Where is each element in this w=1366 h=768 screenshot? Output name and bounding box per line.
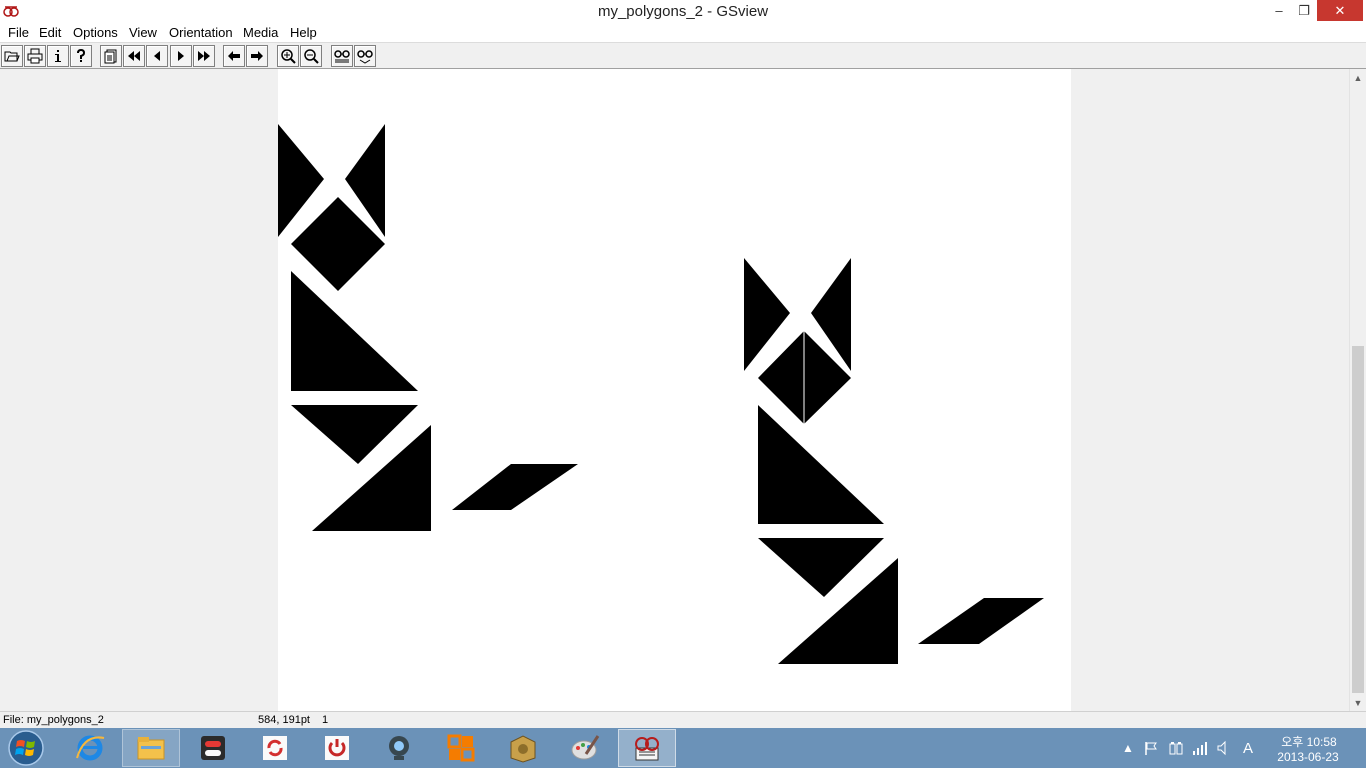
taskbar-app-power[interactable] (308, 729, 366, 767)
taskbar-file-explorer[interactable] (122, 729, 180, 767)
menu-orientation[interactable]: Orientation (169, 25, 233, 40)
battery-icon[interactable] (1168, 740, 1184, 756)
zoom-in-icon (281, 49, 296, 64)
search-button[interactable] (331, 45, 353, 67)
back-icon (228, 51, 240, 61)
menu-view[interactable]: View (129, 25, 157, 40)
clock-date[interactable]: 2013-06-23 (1270, 750, 1346, 764)
taskbar-app-archive[interactable] (494, 729, 552, 767)
tangram-right-parallelogram (918, 598, 1044, 644)
menu-media[interactable]: Media (243, 25, 278, 40)
status-file: File: my_polygons_2 (3, 714, 104, 726)
title-bar: my_polygons_2 - GSview – ❐ ✕ (0, 0, 1366, 23)
next-page-button[interactable] (170, 45, 192, 67)
menu-bar: File Edit Options View Orientation Media… (0, 23, 1366, 43)
tangram-figure-left (278, 124, 578, 531)
tangram-right-large-triangle (758, 405, 884, 524)
last-page-button[interactable] (193, 45, 215, 67)
taskbar: ▲ A 오후 10:58 2013-06-23 (0, 728, 1366, 768)
taskbar-app-toggle[interactable] (184, 729, 242, 767)
scroll-down-arrow-icon[interactable]: ▼ (1350, 694, 1366, 711)
tangram-drawing (278, 124, 1044, 664)
office-icon (447, 734, 475, 762)
first-page-icon (128, 51, 140, 61)
status-coords: 584, 191pt (258, 714, 310, 726)
back-button[interactable] (223, 45, 245, 67)
next-page-icon (178, 51, 184, 61)
taskbar-internet-explorer[interactable] (61, 729, 119, 767)
menu-help[interactable]: Help (290, 25, 317, 40)
tangram-left-large-triangle (291, 271, 418, 391)
menu-options[interactable]: Options (73, 25, 118, 40)
archive-icon (510, 735, 536, 763)
maximize-button[interactable]: ❐ (1287, 0, 1321, 21)
search-next-icon (357, 50, 373, 64)
prev-page-icon (154, 51, 160, 61)
show-hidden-icons-icon[interactable]: ▲ (1120, 740, 1136, 756)
search-next-button[interactable] (354, 45, 376, 67)
help-icon (77, 48, 86, 62)
network-signal-icon[interactable] (1192, 740, 1208, 756)
action-center-flag-icon[interactable] (1143, 740, 1159, 756)
paint-palette-icon (571, 735, 600, 760)
document-page (278, 69, 1071, 711)
webcam-icon (389, 736, 409, 760)
last-page-icon (198, 51, 210, 61)
toolbar (0, 43, 1366, 69)
info-button[interactable] (47, 45, 69, 67)
menu-file[interactable]: File (8, 25, 29, 40)
internet-explorer-icon (76, 735, 105, 761)
ime-indicator[interactable]: A (1240, 740, 1256, 757)
gsview-icon (635, 737, 659, 761)
taskbar-app-paint[interactable] (556, 729, 614, 767)
taskbar-app-gsview[interactable] (618, 729, 676, 767)
status-page: 1 (322, 714, 329, 726)
volume-icon[interactable] (1216, 740, 1232, 756)
toggle-app-icon (201, 736, 225, 760)
close-button[interactable]: ✕ (1317, 0, 1363, 21)
help-button[interactable] (70, 45, 92, 67)
print-button[interactable] (24, 45, 46, 67)
menu-edit[interactable]: Edit (39, 25, 61, 40)
goto-page-icon (104, 49, 117, 64)
scroll-up-arrow-icon[interactable]: ▲ (1350, 69, 1366, 86)
windows-orb-icon (8, 730, 44, 766)
zoom-in-button[interactable] (277, 45, 299, 67)
forward-button[interactable] (246, 45, 268, 67)
zoom-out-button[interactable] (300, 45, 322, 67)
goto-page-button[interactable] (100, 45, 122, 67)
taskbar-app-office[interactable] (432, 729, 490, 767)
taskbar-app-webcam[interactable] (370, 729, 428, 767)
vertical-scrollbar[interactable]: ▲ ▼ (1349, 69, 1366, 711)
power-icon (325, 736, 349, 760)
status-bar: File: my_polygons_2 584, 191pt 1 (0, 711, 1366, 728)
scroll-thumb[interactable] (1352, 346, 1364, 693)
tangram-figure-right (744, 258, 1044, 664)
open-icon (4, 51, 20, 62)
prev-page-button[interactable] (146, 45, 168, 67)
document-viewport[interactable] (0, 69, 1349, 711)
info-icon (55, 50, 61, 62)
zoom-out-icon (304, 49, 319, 64)
print-icon (27, 48, 43, 64)
start-button[interactable] (4, 730, 48, 766)
clock-time[interactable]: 오후 10:58 (1276, 733, 1342, 750)
tangram-left-parallelogram (452, 464, 578, 510)
taskbar-app-sync[interactable] (246, 729, 304, 767)
folder-icon (137, 737, 165, 760)
search-icon (334, 50, 350, 63)
sync-icon (263, 736, 287, 760)
open-button[interactable] (1, 45, 23, 67)
forward-icon (251, 51, 263, 61)
first-page-button[interactable] (123, 45, 145, 67)
window-title: my_polygons_2 - GSview (597, 3, 769, 20)
